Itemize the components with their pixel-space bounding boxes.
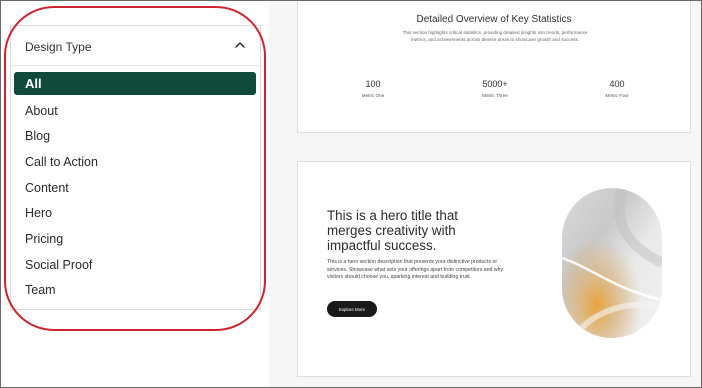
- option-about[interactable]: About: [14, 98, 256, 124]
- stats-template-card[interactable]: Detailed Overview of Key Statistics This…: [297, 1, 691, 133]
- hero-template-card[interactable]: This is a hero title that merges creativ…: [297, 161, 691, 377]
- metric-label: Metric One: [361, 93, 385, 98]
- metric-four: 400 Metric Four: [582, 79, 652, 98]
- metric-label: Metric Four: [605, 93, 629, 98]
- option-content[interactable]: Content: [14, 175, 256, 201]
- template-preview-area: Detailed Overview of Key Statistics This…: [269, 1, 701, 387]
- chevron-up-icon[interactable]: [234, 40, 246, 50]
- hero-title: This is a hero title that merges creativ…: [327, 208, 458, 253]
- metric-value: 400: [609, 79, 625, 89]
- design-type-options: All About Blog Call to Action Content He…: [14, 72, 256, 303]
- stats-description: This section highlights critical statist…: [402, 30, 588, 42]
- option-all[interactable]: All: [14, 72, 256, 95]
- option-call-to-action[interactable]: Call to Action: [14, 149, 256, 175]
- app-frame: Design Type All About Blog Call to Actio…: [0, 0, 702, 388]
- option-blog[interactable]: Blog: [14, 123, 256, 149]
- metric-one: 100 Metric One: [338, 79, 408, 98]
- metric-value: 100: [365, 79, 381, 89]
- design-type-label: Design Type: [25, 40, 92, 54]
- hero-description: This is a hero section description that …: [327, 259, 504, 281]
- design-type-dropdown-toggle[interactable]: Design Type: [11, 26, 260, 66]
- design-type-dropdown: Design Type All About Blog Call to Actio…: [10, 25, 261, 310]
- option-social-proof[interactable]: Social Proof: [14, 252, 256, 278]
- explore-more-button[interactable]: Explore More: [327, 301, 377, 317]
- metric-label: Metric Three: [482, 93, 508, 98]
- metric-value: 5000+: [482, 79, 508, 89]
- option-pricing[interactable]: Pricing: [14, 226, 256, 252]
- metric-three: 5000+ Metric Three: [460, 79, 530, 98]
- hero-abstract-image: [562, 188, 662, 338]
- filter-sidebar: Design Type All About Blog Call to Actio…: [1, 1, 269, 387]
- option-hero[interactable]: Hero: [14, 200, 256, 226]
- option-team[interactable]: Team: [14, 278, 256, 304]
- stats-title: Detailed Overview of Key Statistics: [416, 14, 572, 25]
